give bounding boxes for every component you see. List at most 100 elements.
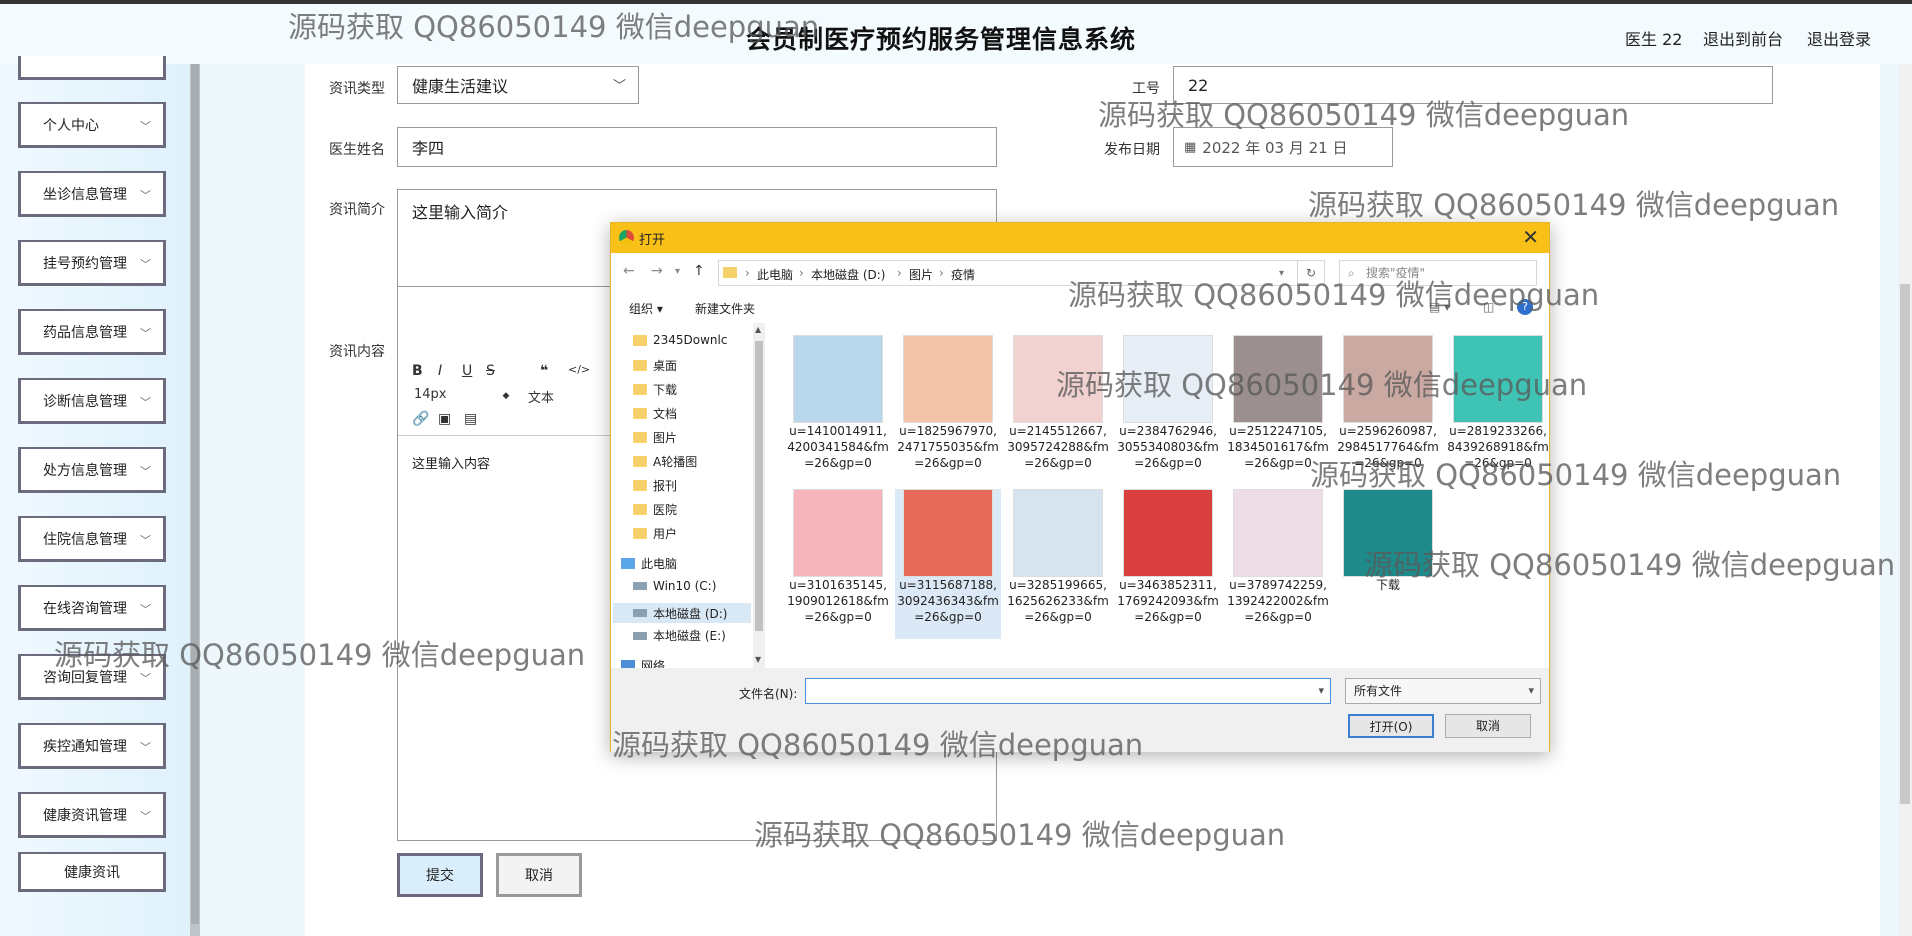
date-field[interactable]: ▦ 2022 年 03 月 21 日 [1173,127,1393,167]
forward-icon[interactable]: → [651,263,663,279]
font-type-select[interactable]: 文本◆ [528,387,617,406]
font-size-select[interactable]: 14px ◆ [414,387,509,402]
type-select[interactable]: 健康生活建议 ﹀ [397,66,639,104]
chevron-down-icon[interactable]: ▾ [675,266,680,277]
sidebar-item-top-partial[interactable] [18,56,166,80]
nav-item[interactable]: 本地磁盘 (D:) [613,603,751,623]
id-field[interactable]: 22 [1173,66,1773,104]
sidebar-scrollbar[interactable] [190,64,200,936]
nav-item[interactable]: 用户 [633,525,677,542]
sidebar-item[interactable]: 住院信息管理 ﹀ [18,516,166,562]
doctor-field[interactable]: 李四 [397,127,997,167]
sidebar-item[interactable]: 健康资讯管理 ﹀ [18,792,166,838]
breadcrumb-epidemic[interactable]: 疫情 [951,266,975,283]
filetype-select[interactable]: 所有文件 ▾ [1345,678,1541,704]
bold-icon[interactable]: B [412,363,423,379]
sidebar-item[interactable]: 在线咨询管理 ﹀ [18,585,166,631]
file-item[interactable]: u=1410014911,4200341584&fm=26&gp=0 [785,335,891,485]
file-item[interactable]: u=2596260987,2984517764&fm=26&gp=0 [1335,335,1441,485]
view-icon[interactable]: ▤ ▾ [1429,300,1450,314]
sidebar-item[interactable]: 咨询回复管理 ﹀ [18,654,166,700]
sidebar-subitem-health-news[interactable]: 健康资讯 [18,852,166,892]
logout-link[interactable]: 退出登录 [1807,26,1871,50]
up-icon[interactable]: ↑ [693,263,705,279]
sidebar-item[interactable]: 挂号预约管理 ﹀ [18,240,166,286]
nav-item[interactable]: 医院 [633,501,677,518]
nav-item[interactable]: A轮播图 [633,453,697,470]
file-item[interactable]: u=3789742259,1392422002&fm=26&gp=0 [1225,489,1331,639]
help-icon[interactable]: ? [1517,299,1533,315]
editor-content[interactable]: 这里输入内容 [412,453,490,472]
link-icon[interactable]: 🔗 [412,411,429,427]
preview-pane-icon[interactable]: ◫ [1483,300,1494,314]
user-name[interactable]: 医生 22 [1625,26,1682,50]
nav-item[interactable]: 报刊 [633,477,677,494]
cancel-button[interactable]: 取消 [496,853,582,897]
nav-item[interactable]: 桌面 [633,357,677,374]
refresh-icon[interactable]: ↻ [1297,260,1325,286]
path-box[interactable]: › 此电脑 › 本地磁盘 (D:) › 图片 › 疫情 ▾ [718,260,1298,286]
file-thumbnail [793,489,883,577]
chevron-down-icon[interactable]: ▾ [1279,268,1284,279]
dialog-titlebar: 打开 ✕ [611,223,1549,253]
page-scrollbar[interactable] [1898,64,1912,936]
folder-icon [633,456,647,467]
file-item[interactable]: u=3115687188,3092436343&fm=26&gp=0 [895,489,1001,639]
nav-item[interactable]: 图片 [633,429,677,446]
front-link[interactable]: 退出到前台 [1703,26,1783,50]
dialog-cancel-button[interactable]: 取消 [1445,714,1531,738]
nav-item[interactable]: 此电脑 [621,555,677,572]
sidebar-item[interactable]: 个人中心 ﹀ [18,102,166,148]
file-thumbnail [1013,489,1103,577]
image-icon[interactable]: ▣ [438,411,451,427]
file-item[interactable]: u=3463852311,1769242093&fm=26&gp=0 [1115,489,1221,639]
nav-item[interactable]: 下载 [633,381,677,398]
file-item[interactable]: u=3101635145,1909012618&fm=26&gp=0 [785,489,891,639]
folder-icon [633,528,647,539]
dialog-footer: 文件名(N): ▾ 所有文件 ▾ 打开(O) 取消 [611,668,1549,752]
file-item[interactable]: u=1825967970,2471755035&fm=26&gp=0 [895,335,1001,485]
quote-icon[interactable]: ❝ [540,363,548,379]
filename-input[interactable]: ▾ [805,678,1331,704]
sidebar-item[interactable]: 药品信息管理 ﹀ [18,309,166,355]
file-item[interactable]: u=2819233266,8439268918&fm=26&gp=0 [1445,335,1551,485]
underline-icon[interactable]: U [462,363,472,379]
organize-button[interactable]: 组织 ▾ [629,300,663,317]
file-item[interactable]: u=2512247105,1834501617&fm=26&gp=0 [1225,335,1331,485]
filename-label: 文件名(N): [739,687,798,701]
new-folder-button[interactable]: 新建文件夹 [695,300,755,317]
back-icon[interactable]: ← [623,263,635,279]
strikethrough-icon[interactable]: S [486,363,495,379]
nav-item[interactable]: Win10 (C:) [633,579,716,593]
chevron-down-icon[interactable]: ▾ [1318,684,1324,697]
nav-scrollbar[interactable]: ▲ ▼ [753,323,765,668]
nav-item[interactable]: 文档 [633,405,677,422]
video-icon[interactable]: ▤ [464,411,477,427]
code-icon[interactable]: </> [568,363,590,376]
folder-icon [633,432,647,443]
file-item[interactable]: u=2384762946,3055340803&fm=26&gp=0 [1115,335,1221,485]
nav-item[interactable]: 2345Downlc [633,333,727,347]
file-item[interactable]: u=3285199665,1625626233&fm=26&gp=0 [1005,489,1111,639]
submit-button[interactable]: 提交 [397,853,483,897]
open-button[interactable]: 打开(O) [1348,714,1434,738]
sidebar-item[interactable]: 疾控通知管理 ﹀ [18,723,166,769]
breadcrumb-pc[interactable]: 此电脑 [757,266,793,283]
file-item[interactable]: u=2145512667,3095724288&fm=26&gp=0 [1005,335,1111,485]
italic-icon[interactable]: I [438,363,442,379]
file-item[interactable]: 下载 [1335,489,1441,639]
breadcrumb-drive[interactable]: 本地磁盘 (D:) [811,266,885,283]
nav-item[interactable]: 本地磁盘 (E:) [633,627,726,644]
sidebar-subitem-label: 健康资讯 [64,864,120,881]
sidebar-item[interactable]: 处方信息管理 ﹀ [18,447,166,493]
chevron-down-icon: ﹀ [140,810,151,823]
sidebar-item[interactable]: 坐诊信息管理 ﹀ [18,171,166,217]
search-input[interactable]: ⌕ 搜索"疫情" [1339,260,1537,286]
file-thumbnail [1233,489,1323,577]
breadcrumb-pictures[interactable]: 图片 [909,266,933,283]
sidebar-item-label: 坐诊信息管理 [43,186,127,203]
sidebar-item[interactable]: 诊断信息管理 ﹀ [18,378,166,424]
summary-label: 资讯简介 [329,202,385,218]
file-thumbnail [903,489,993,577]
close-icon[interactable]: ✕ [1522,225,1539,249]
